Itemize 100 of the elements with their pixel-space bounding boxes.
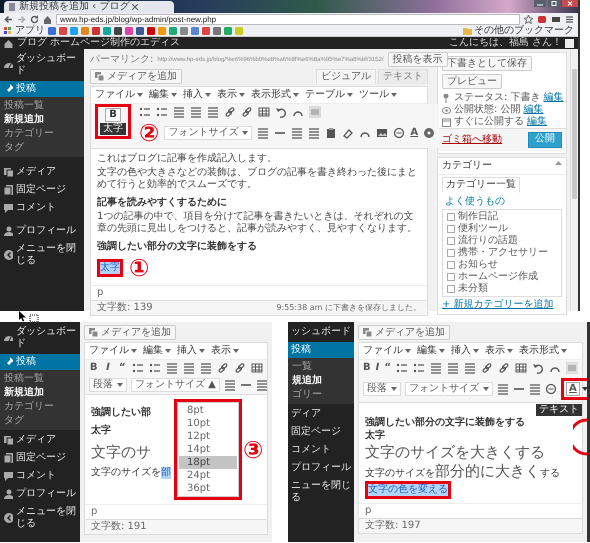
menu-item[interactable]: 表示形式 [251,89,299,101]
font-size-option[interactable]: 24pt [179,469,237,482]
bold-button[interactable]: B [363,362,371,374]
menu-item[interactable]: ツール [359,89,397,101]
submenu-item[interactable]: 一覧 [288,360,354,374]
align-icon[interactable] [291,127,304,139]
add-media-button[interactable]: メディアを追加 [84,325,176,340]
link-icon[interactable] [498,362,510,374]
sidebar-item[interactable]: 投稿 [0,354,80,370]
collapse-arrow-icon[interactable] [555,160,562,165]
link-icon[interactable] [481,362,493,374]
quote-button[interactable]: “ [118,362,127,374]
sidebar-item[interactable]: プロフィール [0,223,84,239]
font-size-option[interactable]: 12pt [179,430,237,443]
align-icon[interactable] [257,127,270,139]
save-draft-button[interactable]: 下書きとして保存 [442,56,532,71]
menu-item[interactable]: 表示 [485,345,513,357]
toolbar-toggle-icon[interactable] [309,106,321,118]
checkbox[interactable] [447,261,455,269]
view-post-button[interactable]: 投稿を表示 [388,52,448,67]
submenu-item[interactable]: 規追加 [288,374,354,388]
edit-link[interactable]: 編集 [527,116,547,128]
help-icon[interactable] [423,127,436,139]
menu-item[interactable]: ファイル [363,345,411,357]
quote-button[interactable]: “ [384,362,391,374]
minimize-icon[interactable] [534,0,546,7]
submenu-item[interactable]: 投稿一覧 [0,372,80,386]
sidebar-item[interactable]: 投稿 [0,81,84,97]
checkbox[interactable] [447,237,455,245]
add-media-button[interactable]: メディアを追加 [90,69,182,84]
font-size-select[interactable]: フォントサイズ [405,382,493,396]
list-icon[interactable] [132,362,144,374]
menu-icon[interactable] [565,14,574,24]
sidebar-item[interactable]: ッシュボード [288,324,354,340]
sidebar-item[interactable]: 固定ページ [0,450,80,466]
sidebar-item[interactable]: ダッシュボード [0,51,84,79]
table-icon[interactable] [258,106,270,118]
list-icon[interactable] [148,362,161,374]
image-icon[interactable] [376,127,388,139]
bold-button[interactable]: B [105,108,121,122]
editor-tab[interactable]: テキスト [378,69,428,84]
menu-item[interactable]: ファイル [89,345,137,357]
edit-link[interactable]: 編集 [524,104,544,116]
italic-button[interactable]: I [103,362,113,374]
checkbox[interactable] [447,285,455,293]
menu-item[interactable]: 挿入 [177,345,205,357]
circle-icon[interactable] [393,127,406,139]
menu-item[interactable]: 挿入 [183,89,211,101]
sidebar-item[interactable]: コメント [0,468,80,484]
menu-item[interactable]: 編集 [149,89,177,101]
menu-item[interactable]: テーブル [305,89,353,101]
address-field[interactable]: www.hp-eds.jp/blog/wp-admin/post-new.php [56,14,520,24]
clipboard-icon[interactable] [325,127,338,139]
sidebar-item[interactable]: プロフィール [0,486,80,502]
site-name-link[interactable]: ブログ ホームページ制作のエディス [17,37,180,49]
caret-icon[interactable] [582,387,587,391]
browser-tab[interactable]: 新規投稿を追加 ‹ ブログ [4,1,174,13]
align-icon[interactable] [166,362,178,374]
align-icon[interactable] [173,106,185,118]
sidebar-item[interactable]: メディア [0,164,84,180]
undo-icon[interactable] [532,362,544,374]
sidebar-item[interactable]: メニューを閉じる [0,241,84,269]
link-icon[interactable] [234,362,246,374]
checkbox[interactable] [447,273,455,281]
align-icon[interactable] [308,127,320,139]
menu-item[interactable]: ファイル [95,89,143,101]
font-size-option[interactable]: 10pt [179,417,237,430]
add-category-link[interactable]: + 新規カテゴリーを追加 [438,297,566,311]
font-size-option[interactable]: 14pt [179,443,237,456]
edit-link[interactable]: 編集 [544,92,564,104]
add-media-button[interactable]: メディアを追加 [358,325,450,340]
undo-icon[interactable] [275,106,287,118]
preview-button[interactable]: プレビュー [442,74,502,89]
table-icon[interactable] [250,362,263,374]
sidebar-item[interactable]: メディア [0,432,80,448]
sidebar-item[interactable]: ニューを閉じる [288,478,354,506]
category-tab[interactable]: よく使うもの [442,195,508,209]
sidebar-item[interactable]: 投稿 [288,342,354,358]
align-icon[interactable] [207,106,219,118]
toolbar-toggle-icon[interactable] [566,362,578,374]
greeting-link[interactable]: こんにちは、福島 さん！ [448,37,562,49]
sidebar-item[interactable]: メニューを閉じる [0,504,80,532]
align-icon[interactable] [430,362,442,374]
align-icon[interactable] [200,362,212,374]
reload-icon[interactable] [30,14,39,24]
submenu-item[interactable]: カテゴリー [0,127,84,141]
font-size-option[interactable]: 36pt [179,482,237,495]
align-icon[interactable] [529,383,541,395]
table-icon[interactable] [515,362,527,374]
category-tab[interactable]: カテゴリー一覧 [442,177,520,193]
text-color-button[interactable]: A [410,127,418,139]
close-icon[interactable] [132,4,138,10]
eraser-icon[interactable] [342,127,354,139]
align-icon[interactable] [464,362,476,374]
link-icon[interactable] [216,362,229,374]
menu-item[interactable]: 挿入 [451,345,479,357]
editor-tab[interactable]: ビジュアル [316,69,376,84]
menu-item[interactable]: 編集 [417,345,445,357]
menu-item[interactable]: 表示 [211,345,239,357]
font-size-option[interactable]: 18pt [179,456,237,469]
